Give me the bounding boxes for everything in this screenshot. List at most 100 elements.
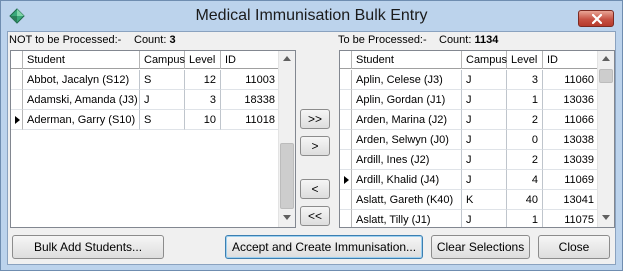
- left-header-indicator: [11, 51, 23, 69]
- cell-level: 1: [507, 90, 543, 110]
- left-vertical-scrollbar[interactable]: [278, 51, 295, 227]
- right-header-student[interactable]: Student: [352, 51, 462, 69]
- cell-campus: J: [140, 90, 185, 110]
- cell-campus: J: [462, 70, 507, 90]
- cell-student: Aderman, Garry (S10): [23, 110, 140, 130]
- right-header-id[interactable]: ID: [543, 51, 598, 69]
- left-header-level[interactable]: Level: [185, 51, 221, 69]
- left-header-id[interactable]: ID: [221, 51, 279, 69]
- row-indicator: [11, 90, 23, 110]
- row-indicator: [340, 210, 352, 227]
- right-count: Count: 1134: [439, 34, 499, 46]
- table-row[interactable]: Arden, Selwyn (J0) J 0 13038: [340, 130, 598, 150]
- table-row[interactable]: Aplin, Gordan (J1) J 1 13036: [340, 90, 598, 110]
- cell-student: Ardill, Khalid (J4): [352, 170, 462, 190]
- move-left-button[interactable]: <: [300, 179, 330, 199]
- clear-selections-button[interactable]: Clear Selections: [431, 235, 530, 259]
- cell-level: 4: [507, 170, 543, 190]
- row-indicator: [340, 170, 352, 190]
- right-caption: To be Processed:-: [338, 34, 427, 46]
- cell-level: 1: [507, 210, 543, 227]
- cell-level: 10: [185, 110, 221, 130]
- cell-campus: S: [140, 70, 185, 90]
- table-row[interactable]: Ardill, Ines (J2) J 2 13039: [340, 150, 598, 170]
- move-all-right-button[interactable]: >>: [300, 109, 330, 129]
- cell-id: 11075: [543, 210, 598, 227]
- cell-student: Abbot, Jacalyn (S12): [23, 70, 140, 90]
- table-row[interactable]: Abbot, Jacalyn (S12) S 12 11003: [11, 70, 279, 90]
- cell-level: 3: [507, 70, 543, 90]
- table-row[interactable]: Ardill, Khalid (J4) J 4 11069: [340, 170, 598, 190]
- right-header-indicator: [340, 51, 352, 69]
- cell-campus: J: [462, 210, 507, 227]
- cell-campus: J: [462, 90, 507, 110]
- row-indicator: [340, 190, 352, 210]
- title-bar[interactable]: Medical Immunisation Bulk Entry: [1, 1, 622, 31]
- table-row[interactable]: Arden, Marina (J2) J 2 11066: [340, 110, 598, 130]
- right-student-grid[interactable]: Student Campus Level ID Aplin, Celese (J…: [339, 50, 615, 228]
- row-indicator: [340, 130, 352, 150]
- client-area: NOT to be Processed:- Count: 3 Student C…: [7, 31, 616, 265]
- left-header-campus[interactable]: Campus: [140, 51, 185, 69]
- row-indicator: [11, 70, 23, 90]
- row-indicator: [340, 110, 352, 130]
- chevron-down-icon: [283, 215, 291, 220]
- cell-campus: S: [140, 110, 185, 130]
- current-row-pointer-icon: [15, 116, 20, 124]
- cell-level: 0: [507, 130, 543, 150]
- cell-id: 13039: [543, 150, 598, 170]
- left-scroll-thumb[interactable]: [280, 143, 294, 209]
- current-row-pointer-icon: [344, 176, 349, 184]
- close-x-icon: [592, 14, 602, 24]
- cell-student: Aslatt, Gareth (K40): [352, 190, 462, 210]
- cell-campus: K: [462, 190, 507, 210]
- row-indicator: [340, 150, 352, 170]
- bulk-add-students-button[interactable]: Bulk Add Students...: [12, 235, 164, 259]
- left-grid-header: Student Campus Level ID: [11, 51, 279, 69]
- left-header-student[interactable]: Student: [23, 51, 140, 69]
- chevron-down-icon: [602, 215, 610, 220]
- right-scroll-up-button[interactable]: [598, 51, 614, 68]
- cell-id: 18338: [221, 90, 279, 110]
- chevron-up-icon: [602, 56, 610, 61]
- right-scroll-thumb[interactable]: [599, 69, 613, 83]
- right-vertical-scrollbar[interactable]: [597, 51, 614, 227]
- right-header-level[interactable]: Level: [507, 51, 543, 69]
- row-indicator: [340, 70, 352, 90]
- close-button[interactable]: Close: [538, 235, 610, 259]
- cell-id: 11003: [221, 70, 279, 90]
- cell-campus: J: [462, 170, 507, 190]
- window-title: Medical Immunisation Bulk Entry: [195, 7, 428, 24]
- move-all-left-button[interactable]: <<: [300, 206, 330, 226]
- table-row[interactable]: Aderman, Garry (S10) S 10 11018: [11, 110, 279, 130]
- cell-student: Arden, Marina (J2): [352, 110, 462, 130]
- left-scroll-up-button[interactable]: [279, 51, 295, 68]
- window-frame: Medical Immunisation Bulk Entry NOT to b…: [0, 0, 623, 271]
- cell-id: 13041: [543, 190, 598, 210]
- table-row[interactable]: Adamski, Amanda (J3) J 3 18338: [11, 90, 279, 110]
- right-scroll-down-button[interactable]: [598, 210, 614, 227]
- cell-campus: J: [462, 110, 507, 130]
- cell-level: 12: [185, 70, 221, 90]
- move-right-button[interactable]: >: [300, 136, 330, 156]
- cell-id: 13038: [543, 130, 598, 150]
- table-row[interactable]: Aslatt, Tilly (J1) J 1 11075: [340, 210, 598, 227]
- left-scroll-down-button[interactable]: [279, 210, 295, 227]
- right-header-campus[interactable]: Campus: [462, 51, 507, 69]
- window-close-button[interactable]: [578, 10, 614, 27]
- cell-campus: J: [462, 150, 507, 170]
- left-count: Count: 3: [134, 34, 176, 46]
- cell-student: Aplin, Celese (J3): [352, 70, 462, 90]
- table-row[interactable]: Aplin, Celese (J3) J 3 11060: [340, 70, 598, 90]
- accept-create-immunisation-button[interactable]: Accept and Create Immunisation...: [225, 235, 423, 259]
- cell-level: 2: [507, 150, 543, 170]
- row-indicator: [340, 90, 352, 110]
- cell-level: 3: [185, 90, 221, 110]
- cell-id: 11069: [543, 170, 598, 190]
- cell-student: Arden, Selwyn (J0): [352, 130, 462, 150]
- cell-id: 11066: [543, 110, 598, 130]
- cell-campus: J: [462, 130, 507, 150]
- left-student-grid[interactable]: Student Campus Level ID Abbot, Jacalyn (…: [10, 50, 296, 228]
- cell-id: 13036: [543, 90, 598, 110]
- table-row[interactable]: Aslatt, Gareth (K40) K 40 13041: [340, 190, 598, 210]
